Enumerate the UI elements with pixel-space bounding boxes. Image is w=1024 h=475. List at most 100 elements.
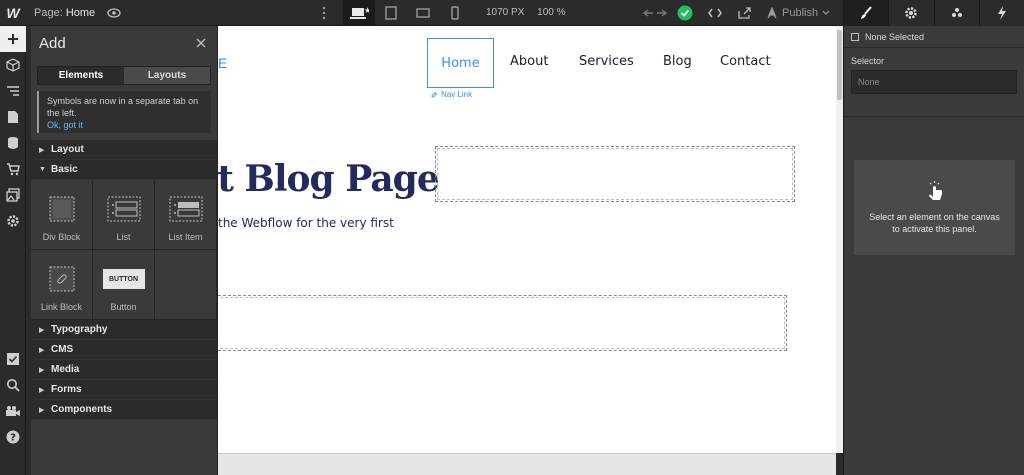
export-icon[interactable] [730, 0, 760, 26]
element-div-block[interactable]: Div Block [31, 180, 93, 250]
canvas-zoom: 100 % [537, 7, 566, 18]
panel-divider [844, 116, 1024, 117]
element-label: Div Block [42, 232, 81, 242]
caret-right-icon: ▶ [39, 366, 45, 374]
nav-link-home[interactable]: Home [427, 38, 494, 88]
element-button[interactable]: BUTTON Button [93, 250, 155, 320]
svg-text:★: ★ [364, 6, 369, 15]
page-prefix: Page: [34, 6, 63, 19]
undo-redo-icon[interactable] [640, 0, 670, 26]
project-settings-gear-icon[interactable] [0, 208, 26, 234]
tab-elements[interactable]: Elements [38, 67, 124, 84]
assets-image-icon[interactable] [0, 182, 26, 208]
element-label: Link Block [40, 302, 83, 312]
empty-grid-cell [155, 250, 217, 320]
style-panel: None Selected Selector None Select an el… [843, 26, 1024, 475]
symbols-cube-icon[interactable] [0, 52, 26, 78]
add-elements-panel: Add Elements Layouts Symbols are now in … [31, 26, 218, 475]
notice-text: Symbols are now in a separate tab on the… [47, 96, 199, 118]
section-cms[interactable]: ▶ CMS [31, 340, 217, 360]
eye-icon[interactable] [107, 6, 121, 20]
settings-tab-gear-icon[interactable] [888, 0, 933, 26]
audit-checkbox-icon[interactable] [0, 346, 26, 372]
brand-fragment[interactable]: E [218, 55, 227, 71]
landscape-breakpoint-icon[interactable] [407, 0, 439, 26]
left-icon-rail: ? [0, 26, 26, 475]
element-list[interactable]: List [93, 180, 155, 250]
section-basic[interactable]: ▼ Basic [31, 160, 217, 180]
caret-right-icon: ▶ [39, 386, 45, 394]
top-bar: W Page: Home ★ 1070 PX 100 % Publish [0, 0, 1024, 26]
element-list-item[interactable]: List Item [155, 180, 217, 250]
nav-link-blog[interactable]: Blog [663, 54, 692, 69]
element-link-block[interactable]: Link Block [31, 250, 93, 320]
pointer-hand-icon [928, 180, 942, 200]
design-canvas[interactable]: E Home Nav Link About Services Blog Cont… [218, 26, 836, 453]
style-manager-drops-icon[interactable] [933, 0, 979, 26]
caret-right-icon: ▶ [39, 146, 45, 154]
notice-dismiss-link[interactable]: Ok, got it [47, 119, 203, 131]
selector-input[interactable]: None [851, 70, 1017, 94]
right-panel-tabs [843, 0, 1024, 26]
mobile-breakpoint-icon[interactable] [439, 0, 471, 26]
page-selector[interactable]: Page: Home [34, 7, 95, 19]
selection-status: None Selected [844, 26, 1024, 48]
webflow-logo-icon[interactable]: W [0, 0, 26, 26]
hero-heading[interactable]: st Blog Page [218, 158, 440, 200]
caret-right-icon: ▶ [39, 346, 45, 354]
close-icon[interactable] [195, 37, 207, 49]
element-label: Button [110, 302, 137, 312]
ecommerce-cart-icon[interactable] [0, 156, 26, 182]
section-label: Layout [51, 144, 84, 155]
search-icon[interactable] [0, 372, 26, 398]
section-label: Forms [51, 384, 82, 395]
canvas-width: 1070 PX [486, 7, 525, 18]
nav-link-services[interactable]: Services [579, 54, 634, 69]
tablet-breakpoint-icon[interactable] [375, 0, 407, 26]
publish-button[interactable]: Publish [766, 7, 830, 19]
interactions-tab-bolt-icon[interactable] [978, 0, 1024, 26]
breakpoint-switcher: ★ [343, 0, 471, 26]
list-icon [107, 196, 140, 222]
chevron-down-icon [822, 10, 830, 15]
button-preview: BUTTON [102, 269, 145, 289]
empty-div-block[interactable] [435, 146, 795, 202]
selection-checkbox[interactable] [851, 32, 859, 41]
svg-text:?: ? [10, 433, 16, 444]
empty-div-block[interactable] [218, 295, 787, 351]
navigator-icon[interactable] [0, 78, 26, 104]
div-block-icon [49, 196, 74, 222]
style-tab-brush-icon[interactable] [843, 0, 889, 26]
tab-layouts[interactable]: Layouts [124, 67, 210, 84]
section-label: Media [51, 364, 80, 375]
caret-right-icon: ▶ [39, 406, 45, 414]
video-tutorials-icon[interactable] [0, 398, 26, 424]
section-typography[interactable]: ▶ Typography [31, 320, 217, 340]
canvas-bottom-bar [218, 453, 836, 475]
section-layout[interactable]: ▶ Layout [31, 140, 217, 160]
section-components[interactable]: ▶ Components [31, 400, 217, 420]
pages-icon[interactable] [0, 104, 26, 130]
list-item-icon [169, 196, 202, 222]
help-question-icon[interactable]: ? [0, 424, 26, 450]
nav-link-contact[interactable]: Contact [720, 54, 771, 69]
nav-link-about[interactable]: About [510, 54, 548, 69]
section-media[interactable]: ▶ Media [31, 360, 217, 380]
more-options-icon[interactable] [320, 6, 328, 20]
activate-panel-hint: Select an element on the canvas to activ… [854, 160, 1015, 255]
page-name: Home [65, 6, 96, 19]
caret-down-icon: ▼ [39, 166, 46, 173]
rocket-icon [767, 7, 777, 19]
saved-status-icon [670, 0, 700, 26]
canvas-scrollbar-thumb[interactable] [837, 30, 842, 100]
desktop-breakpoint-icon[interactable]: ★ [343, 0, 375, 26]
code-icon[interactable] [700, 0, 730, 26]
link-block-icon [49, 266, 74, 292]
selected-element-badge: Nav Link [430, 90, 472, 99]
hero-subtext[interactable]: the Webflow for the very first [218, 216, 394, 230]
selector-label: Selector [851, 56, 885, 66]
add-panel-plus-icon[interactable] [0, 26, 26, 52]
cms-database-icon[interactable] [0, 130, 26, 156]
element-label: List Item [168, 232, 203, 242]
section-forms[interactable]: ▶ Forms [31, 380, 217, 400]
